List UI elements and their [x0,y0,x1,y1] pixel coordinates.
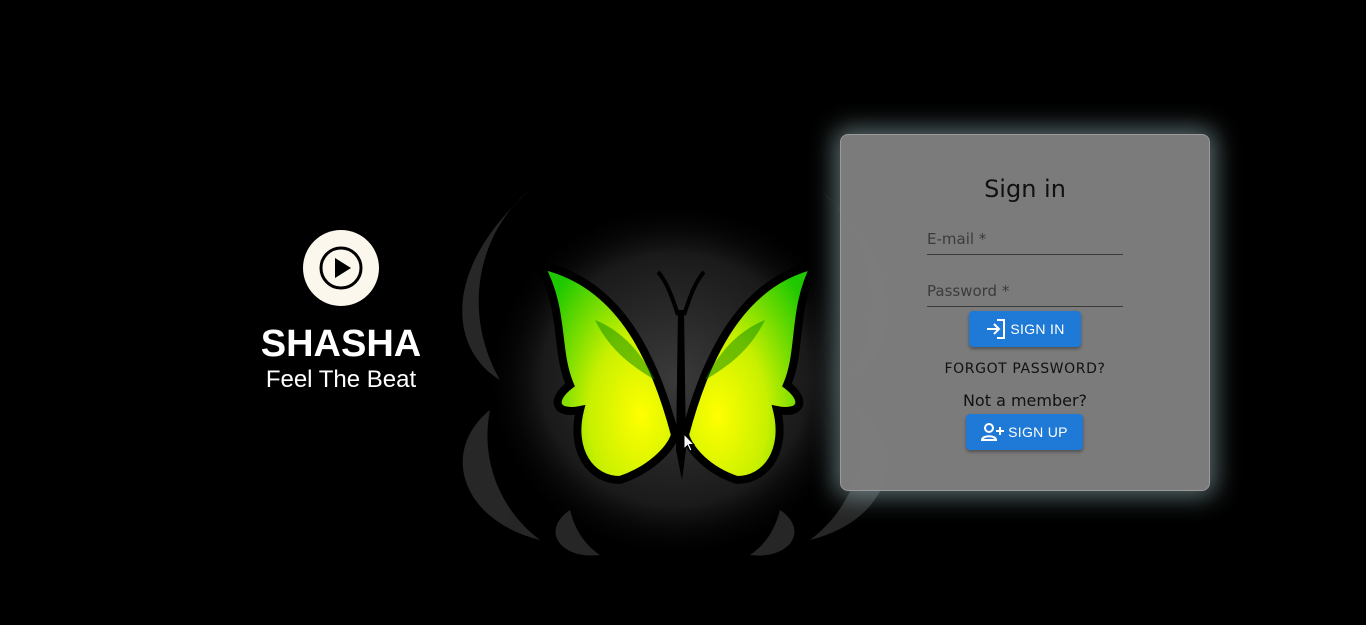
person-add-icon [981,423,1005,441]
mouse-cursor-icon [683,433,695,452]
brand-name: SHASHA [260,323,422,365]
password-field-wrapper [927,277,1123,307]
login-icon [987,319,1006,339]
signup-button[interactable]: SIGN UP [966,414,1083,450]
password-field[interactable] [927,277,1123,305]
signin-button[interactable]: SIGN IN [969,311,1081,347]
signin-label: SIGN IN [1010,321,1065,337]
brand: SHASHA Feel The Beat [241,230,441,394]
email-field[interactable] [927,225,1123,253]
signup-label: SIGN UP [1008,424,1068,440]
forgot-password-link[interactable]: FORGOT PASSWORD? [841,361,1209,377]
not-member-text: Not a member? [962,391,1088,410]
brand-tagline: Feel The Beat [265,366,417,393]
signin-title: Sign in [984,175,1066,203]
play-circle-icon [303,230,379,306]
signin-card: Sign in SIGN IN FORGOT PASSWORD? Not a m… [840,134,1210,491]
email-field-wrapper [927,225,1123,255]
